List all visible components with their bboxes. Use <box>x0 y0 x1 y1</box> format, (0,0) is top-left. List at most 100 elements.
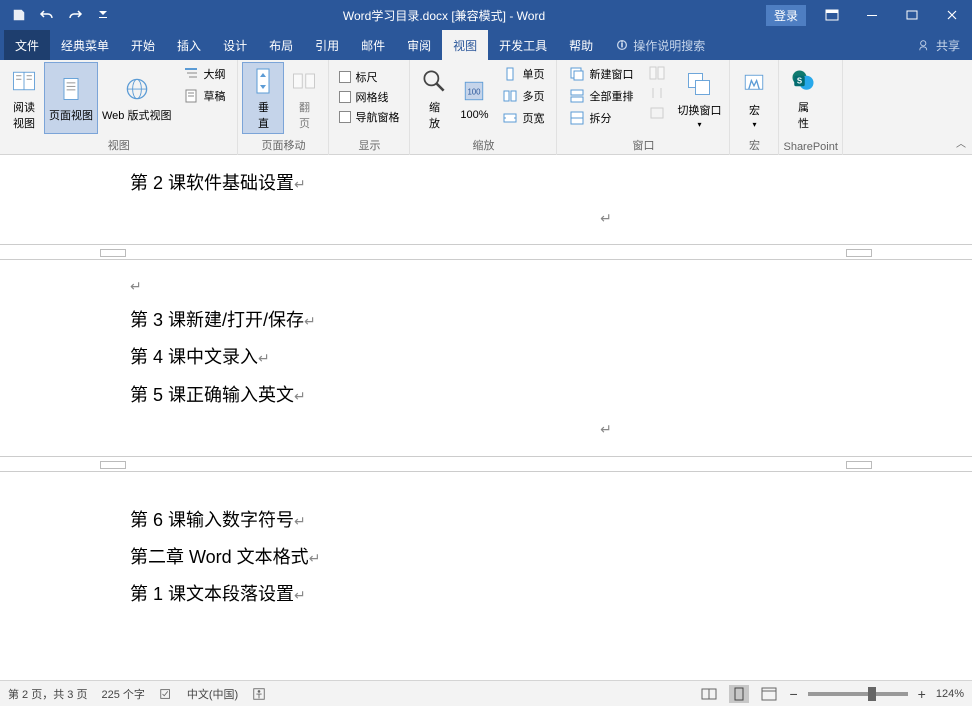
web-layout-status-button[interactable] <box>759 685 779 703</box>
zoom-100-button[interactable]: 100 100% <box>454 62 494 134</box>
tab-classic[interactable]: 经典菜单 <box>50 30 120 60</box>
language-indicator[interactable]: 中文(中国) <box>187 686 238 702</box>
view-side-button <box>645 64 669 82</box>
ribbon-tabs: 文件 经典菜单 开始 插入 设计 布局 引用 邮件 审阅 视图 开发工具 帮助 … <box>0 30 972 60</box>
group-show: 标尺 网格线 导航窗格 显示 <box>329 60 410 155</box>
maximize-button[interactable] <box>892 0 932 30</box>
vertical-icon <box>247 65 279 97</box>
side-to-side-icon <box>288 65 320 97</box>
switch-windows-button[interactable]: 切换窗口▾ <box>673 62 725 134</box>
ribbon: 阅读 视图 页面视图 Web 版式视图 大纲 草稿 视图 垂 直 <box>0 60 972 155</box>
page-break <box>0 244 972 260</box>
group-macro-label: 宏 <box>734 135 774 155</box>
tab-file[interactable]: 文件 <box>4 30 50 60</box>
doc-line[interactable]: 第二章 Word 文本格式↵ <box>130 539 842 576</box>
side-to-side-button[interactable]: 翻 页 <box>284 62 324 134</box>
sharepoint-icon: S <box>787 65 819 97</box>
collapse-ribbon-button[interactable]: ︿ <box>956 135 966 150</box>
outline-button[interactable]: 大纲 <box>179 64 229 84</box>
tab-insert[interactable]: 插入 <box>166 30 212 60</box>
tell-me-search[interactable]: 操作说明搜索 <box>604 30 716 60</box>
group-pagemove-label: 页面移动 <box>242 135 324 155</box>
multi-page-button[interactable]: 多页 <box>498 86 548 106</box>
group-zoom-label: 缩放 <box>414 135 552 155</box>
window-title: Word学习目录.docx [兼容模式] - Word <box>122 7 766 24</box>
login-button[interactable]: 登录 <box>766 5 806 26</box>
tab-mail[interactable]: 邮件 <box>350 30 396 60</box>
new-window-button[interactable]: 新建窗口 <box>565 64 637 84</box>
doc-line[interactable]: 第 6 课输入数字符号↵ <box>130 502 842 539</box>
tab-home[interactable]: 开始 <box>120 30 166 60</box>
split-button[interactable]: 拆分 <box>565 108 637 128</box>
spellcheck-icon[interactable] <box>159 687 173 701</box>
save-button[interactable] <box>6 2 32 28</box>
redo-button[interactable] <box>62 2 88 28</box>
macros-icon <box>738 68 770 100</box>
read-mode-button[interactable]: 阅读 视图 <box>4 62 44 134</box>
tab-help[interactable]: 帮助 <box>558 30 604 60</box>
tab-view[interactable]: 视图 <box>442 30 488 60</box>
group-window-label: 窗口 <box>561 135 725 155</box>
print-layout-status-button[interactable] <box>729 685 749 703</box>
zoom-in-button[interactable]: + <box>918 686 926 702</box>
page-indicator[interactable]: 第 2 页，共 3 页 <box>8 686 87 702</box>
zoom-out-button[interactable]: − <box>789 686 797 702</box>
group-show-label: 显示 <box>333 135 405 155</box>
draft-button[interactable]: 草稿 <box>179 86 229 106</box>
doc-line[interactable]: 第 5 课正确输入英文↵ <box>130 377 842 414</box>
zoom-slider[interactable] <box>808 692 908 696</box>
read-mode-status-button[interactable] <box>699 685 719 703</box>
print-layout-icon <box>55 73 87 105</box>
qat-customize[interactable] <box>90 2 116 28</box>
page-width-button[interactable]: 页宽 <box>498 108 548 128</box>
minimize-button[interactable] <box>852 0 892 30</box>
group-views-label: 视图 <box>4 135 233 155</box>
tell-me-label: 操作说明搜索 <box>633 37 705 54</box>
zoom-level[interactable]: 124% <box>936 688 964 700</box>
tab-references[interactable]: 引用 <box>304 30 350 60</box>
undo-button[interactable] <box>34 2 60 28</box>
ruler-checkbox[interactable]: 标尺 <box>337 68 401 86</box>
doc-line[interactable]: 第 1 课文本段落设置↵ <box>130 576 842 613</box>
properties-button[interactable]: S 属 性 <box>783 62 823 134</box>
arrange-all-button[interactable]: 全部重排 <box>565 86 637 106</box>
svg-text:100: 100 <box>468 88 482 97</box>
zoom-button[interactable]: 缩 放 <box>414 62 454 134</box>
status-bar: 第 2 页，共 3 页 225 个字 中文(中国) − + 124% <box>0 680 972 706</box>
group-macros: 宏▾ 宏 <box>730 60 779 155</box>
group-window: 新建窗口 全部重排 拆分 切换窗口▾ 窗口 <box>557 60 730 155</box>
navpane-checkbox[interactable]: 导航窗格 <box>337 108 401 126</box>
zoom-100-icon: 100 <box>458 75 490 107</box>
doc-line[interactable]: 第 4 课中文录入↵ <box>130 339 842 376</box>
group-views: 阅读 视图 页面视图 Web 版式视图 大纲 草稿 视图 <box>0 60 238 155</box>
tab-review[interactable]: 审阅 <box>396 30 442 60</box>
word-count[interactable]: 225 个字 <box>101 686 144 702</box>
macros-button[interactable]: 宏▾ <box>734 62 774 134</box>
doc-line[interactable]: 第 3 课新建/打开/保存↵ <box>130 302 842 339</box>
zoom-icon <box>418 65 450 97</box>
read-mode-icon <box>8 65 40 97</box>
svg-text:S: S <box>797 77 802 86</box>
group-zoom: 缩 放 100 100% 单页 多页 页宽 缩放 <box>410 60 557 155</box>
share-button[interactable]: 共享 <box>918 37 960 54</box>
group-page-movement: 垂 直 翻 页 页面移动 <box>238 60 329 155</box>
gridlines-checkbox[interactable]: 网格线 <box>337 88 401 106</box>
tab-layout[interactable]: 布局 <box>258 30 304 60</box>
page-break <box>0 456 972 472</box>
tab-developer[interactable]: 开发工具 <box>488 30 558 60</box>
document-area[interactable]: 第 2 课软件基础设置↵ ↵ ↵ 第 3 课新建/打开/保存↵ 第 4 课中文录… <box>0 155 972 680</box>
web-layout-icon <box>121 73 153 105</box>
print-layout-button[interactable]: 页面视图 <box>44 62 98 134</box>
web-layout-button[interactable]: Web 版式视图 <box>98 62 175 134</box>
share-label: 共享 <box>936 37 960 54</box>
ribbon-options-button[interactable] <box>812 0 852 30</box>
close-button[interactable] <box>932 0 972 30</box>
vertical-button[interactable]: 垂 直 <box>242 62 284 134</box>
switch-windows-icon <box>683 68 715 100</box>
group-sp-label: SharePoint <box>783 139 837 155</box>
one-page-button[interactable]: 单页 <box>498 64 548 84</box>
tab-design[interactable]: 设计 <box>212 30 258 60</box>
title-bar: Word学习目录.docx [兼容模式] - Word 登录 <box>0 0 972 30</box>
doc-line[interactable]: 第 2 课软件基础设置↵ <box>130 165 842 202</box>
accessibility-icon[interactable] <box>252 687 266 701</box>
